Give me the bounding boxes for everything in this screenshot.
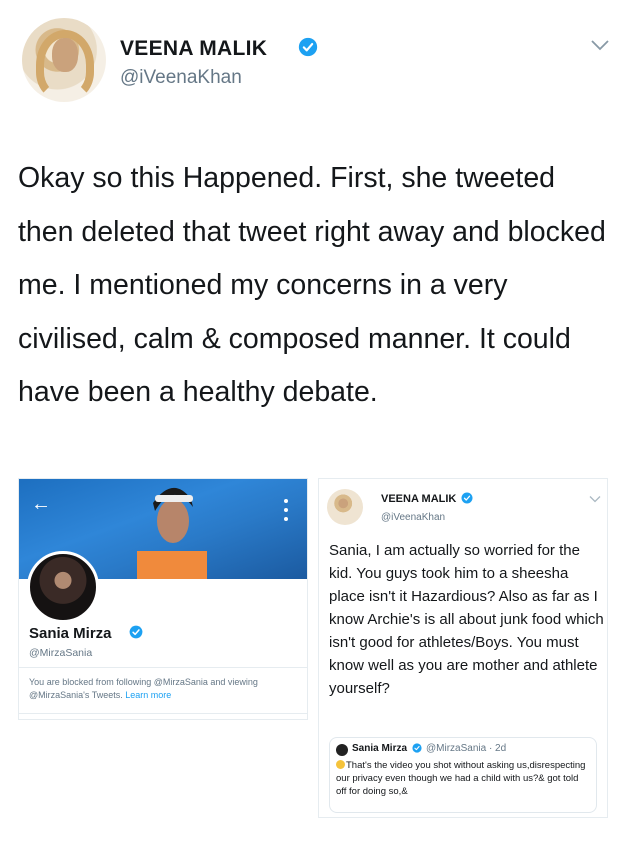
more-vertical-icon[interactable] xyxy=(281,497,291,523)
embedded-author-name[interactable]: VEENA MALIK xyxy=(381,493,456,505)
author-name[interactable]: VEENA MALIK xyxy=(120,37,267,61)
chevron-down-icon[interactable] xyxy=(589,495,601,503)
embedded-author-handle[interactable]: @iVeenaKhan xyxy=(381,512,445,523)
quoted-text-block: That's the video you shot without asking… xyxy=(336,759,591,798)
author-handle[interactable]: @iVeenaKhan xyxy=(120,67,242,89)
divider xyxy=(19,713,307,714)
quoted-avatar xyxy=(336,744,348,756)
blocked-notice: You are blocked from following @MirzaSan… xyxy=(29,676,299,702)
profile-screenshot[interactable]: ← Sania Mirza @MirzaSania You are blocke… xyxy=(18,478,308,720)
embedded-tweet-text: Sania, I am actually so worried for the … xyxy=(329,542,604,697)
back-arrow-icon[interactable]: ← xyxy=(31,493,51,516)
verified-badge-icon xyxy=(412,743,422,753)
verified-badge-icon xyxy=(461,492,473,504)
verified-badge-icon xyxy=(129,625,143,639)
embedded-author-avatar[interactable] xyxy=(327,489,363,525)
author-avatar[interactable] xyxy=(22,18,106,102)
quoted-handle-time: @MirzaSania · 2d xyxy=(426,743,507,754)
grimace-emoji-icon xyxy=(336,760,345,769)
tweet-text: Okay so this Happened. First, she tweete… xyxy=(18,162,606,408)
learn-more-link[interactable]: Learn more xyxy=(125,690,171,700)
quoted-text: That's the video you shot without asking… xyxy=(336,760,586,797)
quoted-author-name: Sania Mirza xyxy=(352,743,408,754)
embedded-tweet[interactable]: VEENA MALIK @iVeenaKhan Sania, I am actu… xyxy=(318,478,608,818)
profile-avatar[interactable] xyxy=(27,551,99,623)
verified-badge-icon xyxy=(298,37,318,57)
banner-player-image xyxy=(137,487,207,579)
chevron-down-icon[interactable] xyxy=(590,38,610,52)
profile-handle: @MirzaSania xyxy=(29,647,93,659)
profile-name: Sania Mirza xyxy=(29,625,112,642)
quoted-tweet[interactable]: Sania Mirza @MirzaSania · 2d That's the … xyxy=(329,737,597,813)
divider xyxy=(19,667,307,668)
avatar-face xyxy=(52,38,78,72)
